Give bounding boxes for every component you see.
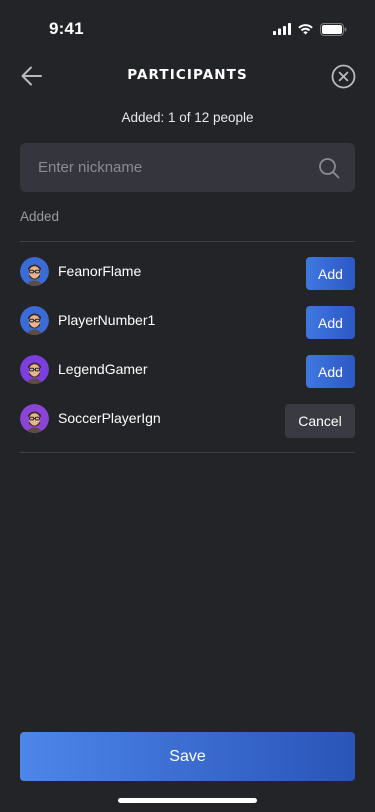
search-input[interactable] [20, 143, 310, 192]
cellular-signal-icon [273, 23, 291, 35]
participant-name: SoccerPlayerIgn [58, 410, 161, 426]
status-bar: 9:41 [0, 0, 375, 54]
participant-row: FeanorFlame Add [20, 247, 355, 296]
participant-list: FeanorFlame Add PlayerNumber1 Add LegendGame… [20, 247, 355, 443]
status-time: 9:41 [49, 19, 84, 38]
section-label-added: Added [20, 209, 60, 224]
close-circle-icon[interactable] [331, 64, 356, 89]
header: PARTICIPANTS [0, 54, 375, 98]
avatar [20, 355, 49, 384]
avatar-icon [20, 404, 49, 433]
battery-icon [320, 22, 347, 36]
avatar-icon [20, 257, 49, 286]
cancel-button[interactable]: Cancel [285, 404, 355, 438]
status-icons [273, 22, 347, 36]
participant-row: SoccerPlayerIgn Cancel [20, 394, 355, 443]
participant-name: FeanorFlame [58, 263, 142, 279]
avatar [20, 404, 49, 433]
search-box [20, 143, 355, 192]
participant-name: LegendGamer [58, 361, 148, 377]
added-count: Added: 1 of 12 people [121, 110, 254, 125]
avatar-icon [20, 355, 49, 384]
avatar [20, 306, 49, 335]
save-button[interactable]: Save [20, 732, 355, 781]
add-button[interactable]: Add [306, 355, 355, 388]
avatar [20, 257, 49, 286]
search-icon[interactable] [318, 157, 340, 179]
add-button[interactable]: Add [306, 306, 355, 339]
add-button[interactable]: Add [306, 257, 355, 290]
participant-row: PlayerNumber1 Add [20, 296, 355, 345]
home-indicator [118, 798, 257, 803]
participant-name: PlayerNumber1 [58, 312, 156, 328]
divider-bottom [20, 452, 355, 453]
participant-row: LegendGamer Add [20, 345, 355, 394]
wifi-icon [298, 24, 313, 35]
divider-top [20, 241, 355, 242]
avatar-icon [20, 306, 49, 335]
page-title: PARTICIPANTS [127, 67, 248, 83]
